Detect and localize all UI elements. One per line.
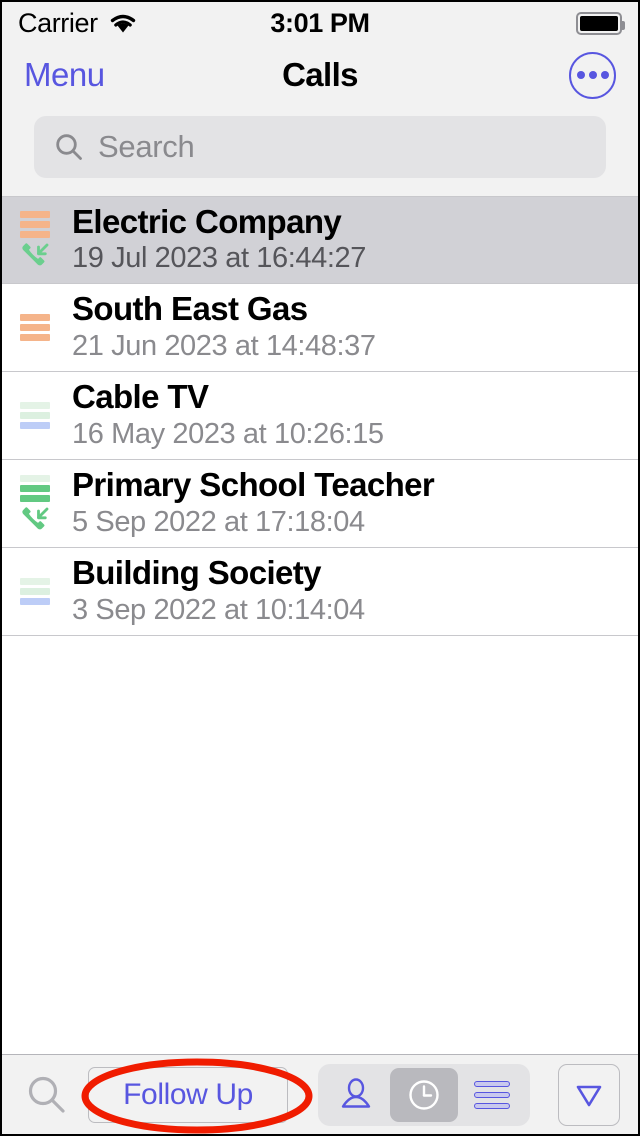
table-row[interactable]: Cable TV 16 May 2023 at 10:26:15 [2,372,638,460]
row-badge [14,474,56,533]
category-bar [20,484,50,492]
status-bar-right [576,11,625,35]
category-bar [20,221,50,228]
table-row[interactable]: South East Gas 21 Jun 2023 at 14:48:37 [2,284,638,372]
category-bar [20,578,50,585]
row-title: Building Society [72,554,322,592]
filter-button[interactable] [558,1063,620,1126]
category-bar [20,211,50,218]
carrier-label: Carrier [18,7,98,38]
navigation-bar: Menu Calls [2,44,638,106]
row-text: Primary School Teacher 5 Sep 2022 at 17:1… [72,466,435,539]
category-bar [20,402,50,409]
search-icon [28,1076,65,1113]
row-badge [14,402,56,429]
category-bar [20,588,50,595]
more-circle-icon[interactable] [569,51,616,99]
app-window: Carrier 3:01 PM Menu Calls Search Electr… [0,0,640,1136]
search-bar-container: Search [2,106,638,196]
row-subtitle: 16 May 2023 at 10:26:15 [72,417,384,450]
category-bar [20,324,50,331]
more-dot [576,71,585,79]
battery-full-icon [576,11,625,35]
clock-icon [409,1079,439,1110]
search-input[interactable]: Search [34,116,606,178]
category-bar [20,494,50,502]
view-mode-segmented-control [318,1063,530,1126]
row-subtitle: 5 Sep 2022 at 17:18:04 [72,505,365,538]
menu-button[interactable]: Menu [24,56,105,94]
list-lines-icon [474,1080,510,1109]
category-bar [20,334,50,341]
empty-list-area [2,636,638,1054]
table-row[interactable]: Primary School Teacher 5 Sep 2022 at 17:1… [2,460,638,548]
segment-contacts[interactable] [322,1068,390,1122]
row-text: South East Gas 21 Jun 2023 at 14:48:37 [72,291,376,363]
status-bar-left: Carrier [18,8,138,39]
category-bar [20,231,50,238]
category-bar [20,598,50,605]
status-bar: Carrier 3:01 PM [2,2,638,44]
table-row[interactable]: Building Society 3 Sep 2022 at 10:14:04 [2,548,638,636]
segment-calls[interactable] [390,1067,458,1122]
category-bar [20,314,50,321]
row-title: Primary School Teacher [72,466,435,504]
follow-up-label: Follow Up [123,1077,253,1111]
row-badge [14,314,56,341]
category-bar [20,412,50,419]
filter-triangle-icon [576,1085,602,1106]
bottom-toolbar: Follow Up [2,1054,638,1134]
toolbar-search-button[interactable] [20,1073,74,1117]
person-icon [341,1077,371,1108]
row-title: Cable TV [72,378,209,416]
list-line [474,1091,510,1098]
segment-list[interactable] [458,1068,526,1122]
search-icon [56,134,82,160]
category-bar [20,422,50,429]
more-dot [600,71,609,79]
row-title: South East Gas [72,290,308,328]
calls-list: Electric Company 19 Jul 2023 at 16:44:27 S… [2,196,638,636]
row-subtitle: 3 Sep 2022 at 10:14:04 [72,593,365,626]
row-text: Cable TV 16 May 2023 at 10:26:15 [72,379,384,451]
row-title: Electric Company [72,202,342,240]
category-bars-icon [20,402,50,429]
category-bars-icon [20,314,50,341]
category-bar [20,474,50,482]
row-badge [14,578,56,605]
row-subtitle: 21 Jun 2023 at 14:48:37 [72,329,376,362]
follow-up-button[interactable]: Follow Up [88,1066,288,1123]
list-line [474,1102,510,1109]
battery-fill [580,15,618,31]
category-bars-icon [20,474,50,502]
incoming-call-icon [22,506,49,529]
more-dot [588,71,597,79]
row-text: Electric Company 19 Jul 2023 at 16:44:27 [72,204,366,276]
row-text: Building Society 3 Sep 2022 at 10:14:04 [72,555,365,627]
search-placeholder: Search [98,129,195,164]
category-bars-icon [20,578,50,605]
table-row[interactable]: Electric Company 19 Jul 2023 at 16:44:27 [2,196,638,284]
row-badge [14,211,56,269]
incoming-call-icon [22,243,49,266]
row-subtitle: 19 Jul 2023 at 16:44:27 [72,242,366,275]
wifi-icon [110,14,135,33]
list-line [474,1080,510,1087]
category-bars-icon [20,211,50,238]
